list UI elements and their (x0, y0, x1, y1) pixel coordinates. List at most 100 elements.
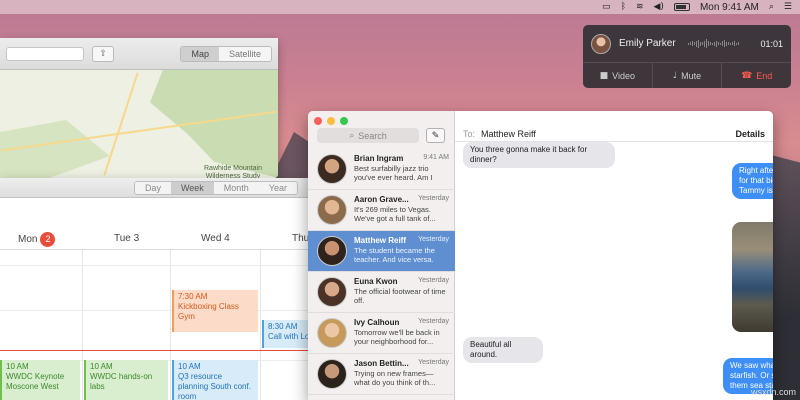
watermark: wsxdn.com (750, 387, 796, 397)
avatar (317, 359, 347, 389)
conversation-time: Yesterday (418, 277, 449, 284)
menu-bar: ▭ ᛒ ≋ ◀) Mon 9:41 AM ⌕ ☰ (0, 0, 800, 14)
maps-window: ⇧ Map Satellite Rawhide Mountain Wildern… (0, 38, 278, 178)
bluetooth-icon[interactable]: ᛒ (621, 2, 626, 12)
current-time-line (0, 350, 318, 351)
caller-name: Emily Parker (619, 38, 676, 49)
end-label: End (756, 70, 773, 81)
event-time: 7:30 AM (178, 292, 208, 301)
share-icon: ⇧ (99, 48, 107, 58)
details-button[interactable]: Details (735, 129, 765, 139)
conversation-item[interactable]: Brian Ingram 9:41 AM Best surfabilly jazz … (308, 149, 455, 190)
microphone-icon: ♩ (672, 70, 678, 81)
calendar-day-header: Mon 2 Tue 3 Wed 4 Thu (0, 198, 318, 250)
chat-pane: To: Matthew Reiff Details You three gonn… (455, 111, 773, 400)
message-bubble-outgoing[interactable]: Right after dark. Still out on the coast… (732, 163, 773, 199)
phone-hangup-icon: ☎ (741, 70, 753, 81)
search-icon: ⌕ (349, 130, 355, 140)
minimize-window-icon[interactable] (327, 117, 335, 125)
event-kickboxing[interactable]: 7:30 AM Kickboxing Class Gym (172, 290, 258, 332)
conversation-name: Euna Kwon (354, 277, 398, 286)
event-time: 10 AM (90, 362, 113, 371)
search-placeholder: Search (358, 130, 387, 141)
compose-button[interactable]: ✎ (426, 128, 445, 143)
battery-icon[interactable] (673, 3, 690, 11)
caller-avatar (591, 33, 611, 54)
event-wwdc-labs[interactable]: 10 AM WWDC hands-on labs (84, 360, 168, 400)
notification-center-icon[interactable]: ☰ (784, 2, 792, 12)
volume-icon[interactable]: ◀) (654, 2, 664, 12)
conversation-item[interactable]: Ivy Calhoun Yesterday Tomorrow we'll be ba… (308, 313, 455, 354)
share-button[interactable]: ⇧ (92, 45, 114, 62)
day-header-wed[interactable]: Wed 4 (201, 233, 230, 244)
map-canvas[interactable]: Rawhide Mountain Wilderness Study Area (0, 70, 278, 178)
search-icon[interactable]: ⌕ (769, 2, 774, 12)
event-time: 10 AM (6, 362, 29, 371)
day-header-thu[interactable]: Thu (292, 233, 309, 244)
audio-waveform (687, 39, 749, 49)
conversation-preview: The official footwear of time off. (354, 287, 446, 305)
video-camera-icon: ■ (599, 70, 609, 81)
wifi-icon[interactable]: ≋ (636, 2, 644, 12)
map-type-segmented: Map Satellite (180, 45, 272, 62)
zoom-window-icon[interactable] (340, 117, 348, 125)
event-wwdc-keynote[interactable]: 10 AM WWDC Keynote Moscone West (0, 360, 80, 400)
avatar (317, 318, 347, 348)
view-month[interactable]: Month (213, 181, 259, 194)
conversation-time: Yesterday (418, 236, 449, 243)
conversation-item[interactable]: Matthew Reiff Yesterday The student became… (308, 231, 455, 272)
conversation-name: Aaron Grave... (354, 195, 409, 204)
day-label: Mon (18, 234, 38, 245)
end-call-button[interactable]: ☎ End (722, 63, 791, 88)
video-label: Video (612, 70, 636, 81)
map-tab[interactable]: Map (181, 46, 219, 61)
conversation-name: Brian Ingram (354, 154, 404, 163)
recipient-name[interactable]: Matthew Reiff (481, 129, 536, 139)
maps-search-field[interactable] (6, 46, 84, 61)
conversation-time: Yesterday (418, 195, 449, 202)
event-title: Kickboxing Class Gym (178, 302, 239, 321)
day-header-mon[interactable]: Mon 2 (18, 232, 56, 247)
road (103, 72, 139, 176)
chat-header: To: Matthew Reiff Details (455, 126, 773, 142)
window-controls (314, 117, 348, 125)
satellite-tab[interactable]: Satellite (218, 46, 271, 61)
event-title: WWDC hands-on labs (90, 372, 153, 391)
day-header-tue[interactable]: Tue 3 (114, 233, 139, 244)
event-q3-planning[interactable]: 10 AM Q3 resource planning South conf. r… (172, 360, 258, 400)
calendar-window: Day Week Month Year Mon 2 Tue 3 Wed 4 Thu… (0, 178, 318, 400)
wilderness-area (150, 70, 278, 178)
conversation-item[interactable]: Jason Bettin... Yesterday Trying on new fr… (308, 354, 455, 395)
event-title: WWDC Keynote Moscone West (6, 372, 65, 391)
messages-search-field[interactable]: ⌕ Search (317, 128, 419, 143)
conversation-time: Yesterday (418, 318, 449, 325)
to-label: To: (463, 128, 476, 139)
conversation-preview: It's 269 miles to Vegas. We've got a ful… (354, 205, 436, 223)
close-window-icon[interactable] (314, 117, 322, 125)
avatar (317, 236, 347, 266)
mute-button[interactable]: ♩ Mute (653, 63, 723, 88)
video-button[interactable]: ■ Video (583, 63, 653, 88)
call-duration: 01:01 (760, 38, 783, 49)
menubar-clock[interactable]: Mon 9:41 AM (700, 2, 759, 13)
message-bubble-incoming[interactable]: You three gonna make it back for dinner? (463, 142, 615, 168)
compose-icon: ✎ (431, 130, 440, 140)
calendar-grid[interactable]: 7:30 AM Kickboxing Class Gym 8:30 AM Cal… (0, 250, 318, 400)
conversation-item[interactable]: Aaron Grave... Yesterday It's 269 miles to… (308, 190, 455, 231)
mute-label: Mute (681, 70, 702, 81)
conversation-time: 9:41 AM (423, 154, 449, 161)
view-week[interactable]: Week (170, 181, 214, 194)
view-year[interactable]: Year (258, 181, 297, 194)
view-day[interactable]: Day (134, 181, 171, 194)
conversation-item[interactable]: Euna Kwon Yesterday The official footwear … (308, 272, 455, 313)
message-bubble-incoming[interactable]: Beautiful all around. (463, 337, 543, 363)
conversation-time: Yesterday (418, 359, 449, 366)
airplay-icon[interactable]: ▭ (602, 2, 611, 12)
avatar (317, 154, 347, 184)
photo-attachment[interactable] (732, 222, 773, 332)
conversation-name: Matthew Reiff (354, 236, 406, 245)
conversation-name: Jason Bettin... (354, 359, 409, 368)
today-badge: 2 (40, 232, 56, 247)
conversation-preview: Trying on new frames— what do you think … (354, 369, 436, 387)
conversation-sidebar: ⌕ Search ✎ Brian Ingram 9:41 AM Best surfa… (308, 111, 455, 400)
